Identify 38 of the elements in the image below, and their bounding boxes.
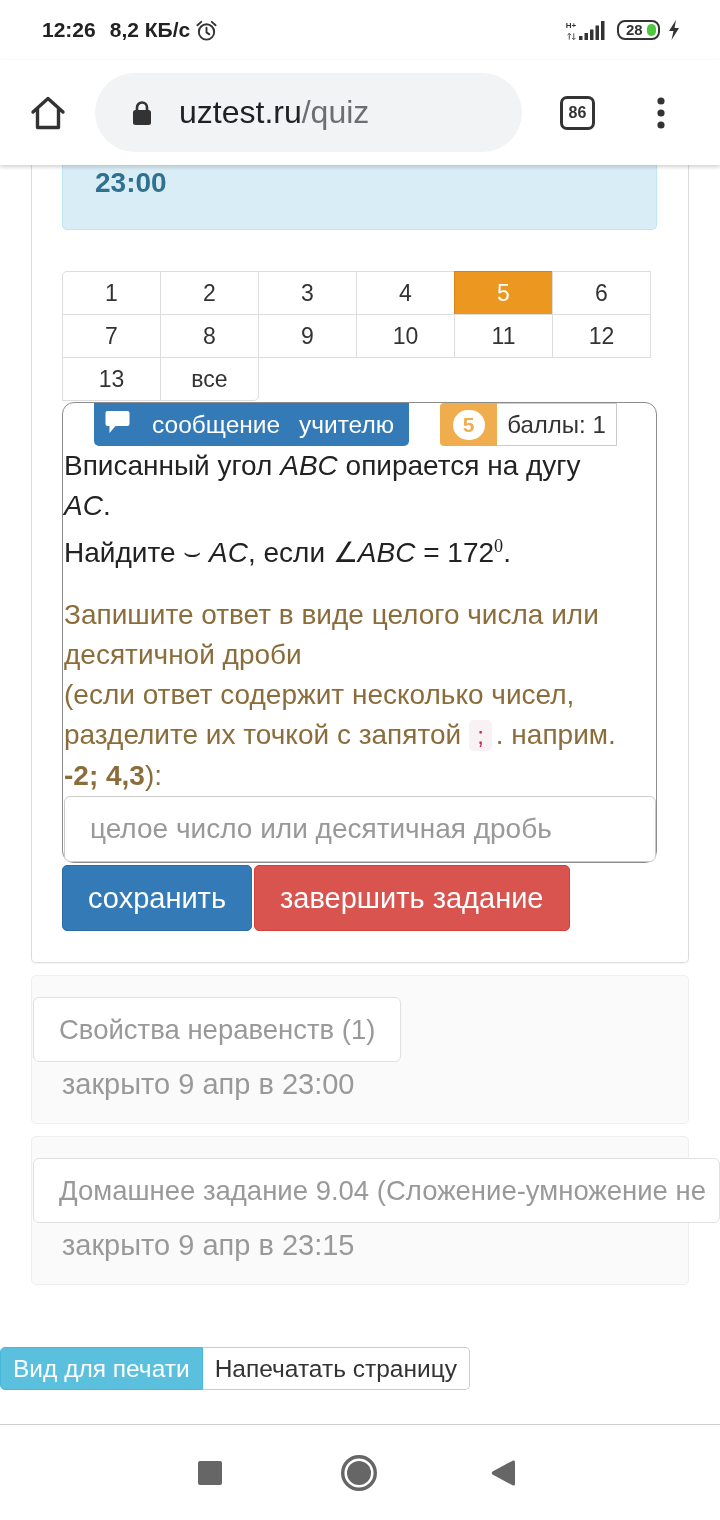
answer-field[interactable]: целое число или десятичная дробь [64, 796, 656, 863]
tab-count-button[interactable]: 86 [560, 95, 595, 130]
answer-format-hint: Запишите ответ в виде целого числа или десятичной дроби [63, 598, 600, 673]
page-button[interactable]: все [160, 357, 259, 401]
signal-icon [579, 20, 605, 40]
page-button[interactable]: 1 [62, 271, 161, 315]
assignment-closed-date: закрыто 9 апр в 23:00 [62, 1067, 356, 1103]
page-button[interactable]: 13 [62, 357, 161, 401]
home-icon[interactable] [30, 95, 66, 130]
message-teacher-button[interactable]: сообщение учителю [94, 403, 409, 446]
address-bar[interactable]: uztest.ru/quiz [95, 73, 522, 152]
battery-level-text: 28 [626, 22, 643, 38]
page-button[interactable]: 12 [552, 314, 651, 358]
points-label: баллы: 1 [497, 403, 617, 446]
question-text: Вписанный угол ABC опирается на дугу AC. [63, 449, 582, 523]
separator-hint: (если ответ содержит несколько чисел, разделите их точкой с запятой ; . наприм. -2; 4,3): [63, 678, 617, 794]
question-number-badge: 5 [452, 409, 485, 440]
network-type-label: H+ [565, 20, 577, 30]
lock-icon [132, 100, 152, 125]
question-text: Найдите ⌣ AC, если ∠ABC = 172$^{0}$. [63, 535, 512, 571]
print-page-button[interactable]: Напечатать страницу [202, 1347, 470, 1391]
deadline-time: 23:00 [95, 167, 167, 198]
page-button[interactable]: 11 [454, 314, 553, 358]
alarm-clock-icon [195, 18, 219, 42]
square-icon[interactable] [198, 1460, 222, 1485]
status-time: 12:26 [42, 18, 96, 42]
circle-icon[interactable] [341, 1454, 377, 1491]
url-text: uztest.ru/quiz [179, 94, 370, 131]
network-speed: 8,2 КБ/с [109, 18, 191, 42]
finish-task-button[interactable]: завершить задание [254, 865, 570, 932]
page-button[interactable]: 6 [552, 271, 651, 315]
save-button[interactable]: сохранить [62, 865, 252, 932]
assignment-closed-date: закрыто 9 апр в 23:15 [62, 1228, 356, 1264]
bolt-icon [668, 20, 680, 40]
data-arrows-icon [566, 32, 576, 40]
menu-icon[interactable] [657, 96, 665, 129]
back-icon[interactable] [491, 1458, 515, 1487]
speech-bubble-icon [105, 410, 130, 433]
